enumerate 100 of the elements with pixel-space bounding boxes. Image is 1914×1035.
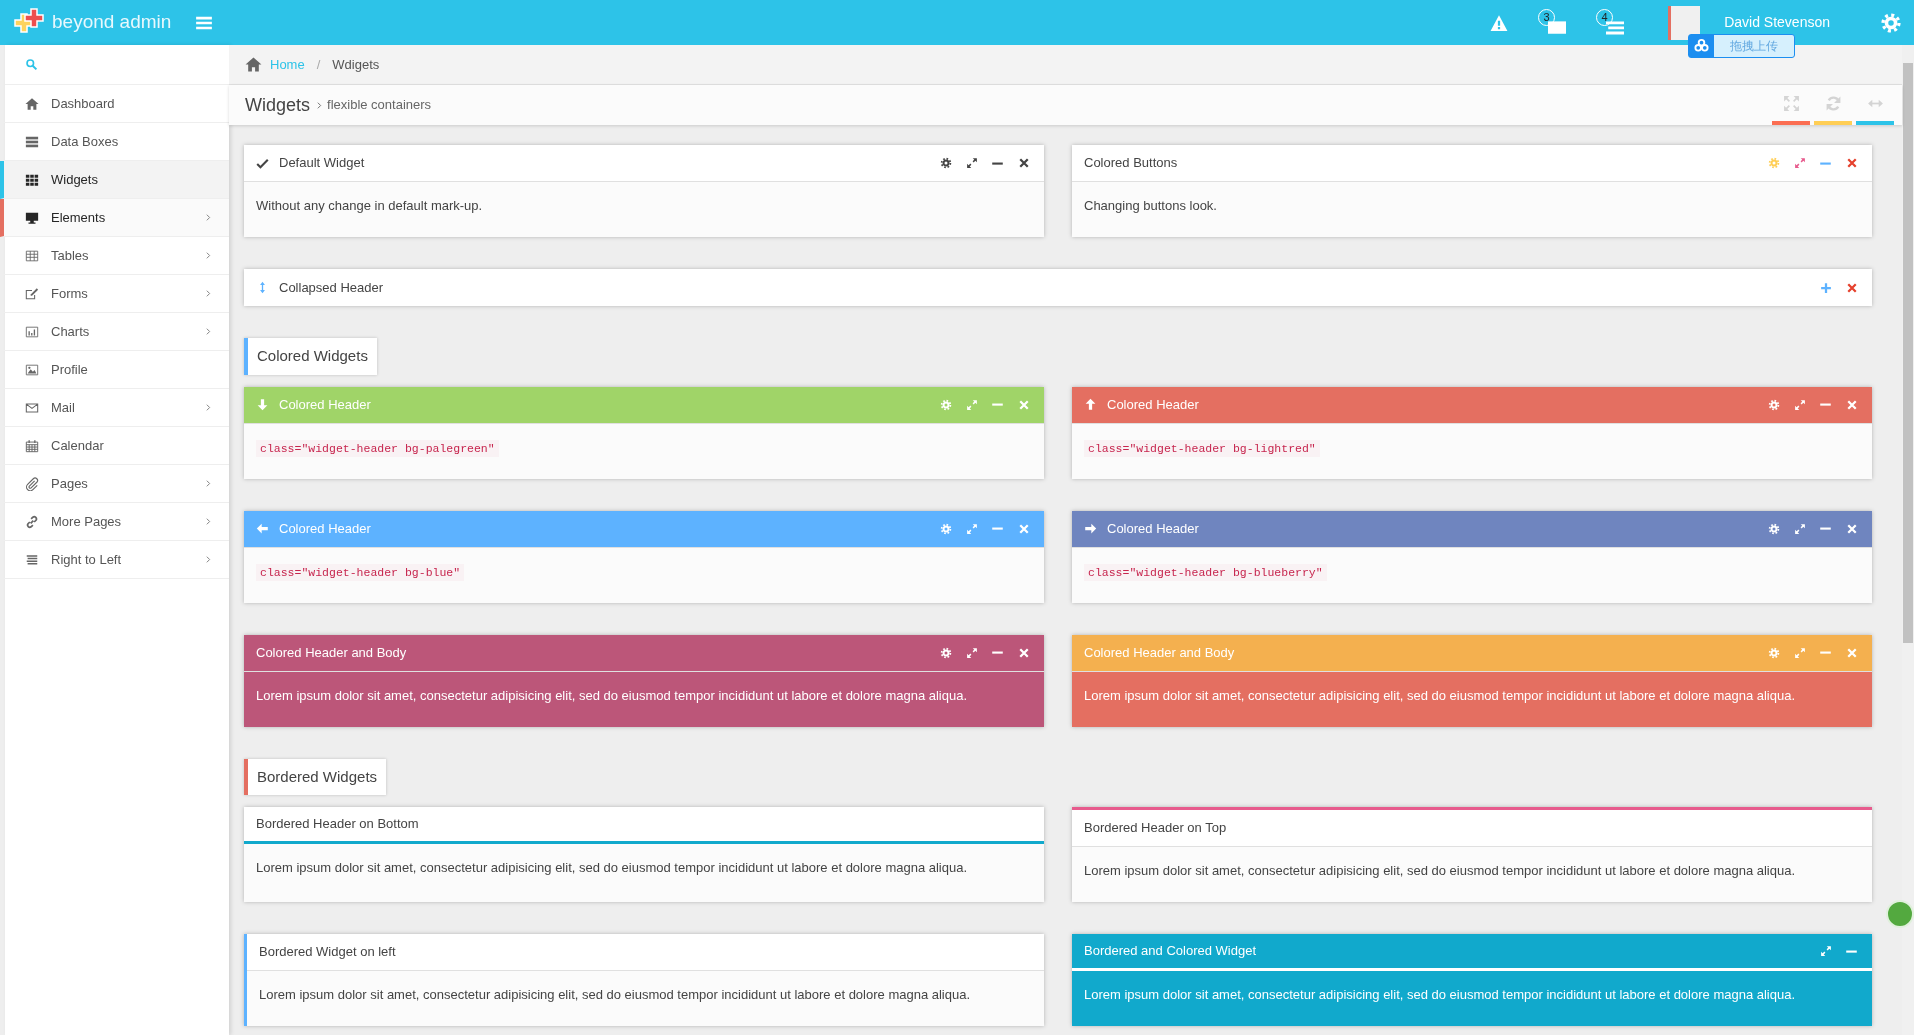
settings-icon xyxy=(1767,522,1780,535)
chevron-icon xyxy=(204,327,213,336)
widget-title: Colored Header and Body xyxy=(1084,643,1235,662)
pencil-square-icon xyxy=(25,286,39,301)
sidebar-item[interactable]: Calendar xyxy=(0,427,229,465)
sidebar-item[interactable]: Charts xyxy=(0,313,229,351)
sidebar-item[interactable]: Widgets xyxy=(0,161,229,199)
close-icon xyxy=(1017,646,1030,659)
close-icon xyxy=(1845,522,1858,535)
envelope-icon xyxy=(1548,18,1567,36)
warning-icon xyxy=(1490,13,1509,32)
fullscreen-icon xyxy=(1782,94,1800,112)
expand-icon xyxy=(1793,157,1806,169)
widget-title: Bordered and Colored Widget xyxy=(1084,942,1256,961)
grid-icon xyxy=(25,172,39,187)
widget-text: Lorem ipsum dolor sit amet, consectetur adipisicing elit, sed do eiusmod tempor incididunt ut labore et dolore magna aliqua. xyxy=(1083,686,1797,705)
monitor-icon xyxy=(25,210,39,225)
settings-icon xyxy=(939,157,952,169)
calendar-icon xyxy=(25,438,39,453)
page-subtitle: flexible containers xyxy=(327,96,432,115)
table-icon xyxy=(25,248,39,263)
expand-icon xyxy=(965,522,978,535)
close-icon xyxy=(1845,398,1858,411)
messages-button[interactable]: 3 xyxy=(1538,9,1567,36)
widget-title: Colored Buttons xyxy=(1084,154,1178,173)
expand-icon xyxy=(1819,945,1832,957)
settings-icon xyxy=(939,398,952,411)
close-icon xyxy=(1845,157,1858,169)
sidebar-item[interactable]: More Pages xyxy=(0,503,229,541)
chevron-icon xyxy=(204,251,213,260)
avatar-placeholder[interactable] xyxy=(1668,5,1701,40)
sidebar-item[interactable]: Pages xyxy=(0,465,229,503)
widget-text: Lorem ipsum dolor sit amet, consectetur adipisicing elit, sed do eiusmod tempor incididunt ut labore et dolore magna aliqua. xyxy=(258,986,972,1004)
alert-button[interactable] xyxy=(1490,13,1509,32)
widget-title: Colored Header and Body xyxy=(256,643,407,662)
floating-button[interactable] xyxy=(1886,900,1914,928)
sidebar-item[interactable]: Right to Left xyxy=(0,541,229,579)
close-icon xyxy=(1845,646,1858,659)
widget-title: Default Widget xyxy=(279,154,365,173)
widget-text: Lorem ipsum dolor sit amet, consectetur adipisicing elit, sed do eiusmod tempor incididunt ut labore et dolore magna aliqua. xyxy=(255,686,969,705)
close-icon xyxy=(1845,281,1858,294)
chain-link-icon xyxy=(25,514,39,529)
breadcrumb-separator: / xyxy=(316,55,321,74)
sidebar-item[interactable]: Elements xyxy=(0,199,229,237)
stacked-bars-icon xyxy=(25,134,39,149)
widget-title: Colored Header xyxy=(279,395,371,414)
cloud-icon xyxy=(1694,38,1710,53)
widget-title: Bordered Header on Bottom xyxy=(256,815,419,834)
settings-icon xyxy=(1767,646,1780,659)
widget-title: Colored Header xyxy=(1107,519,1199,538)
widget-text: Changing buttons look. xyxy=(1083,197,1218,215)
sidebar-item[interactable]: Mail xyxy=(0,389,229,427)
arrow-right-icon xyxy=(1084,522,1097,535)
chevron-icon xyxy=(315,100,325,110)
code-snippet: class="widget-header bg-palegreen" xyxy=(256,439,499,457)
expand-icon xyxy=(1793,646,1806,659)
chevron-icon xyxy=(204,403,213,412)
paperclip-icon xyxy=(25,476,39,491)
widget-title: Collapsed Header xyxy=(279,278,384,297)
breadcrumb-current: Wdigets xyxy=(332,55,380,74)
section-title: Colored Widgets xyxy=(244,338,377,375)
settings-icon xyxy=(1767,157,1780,169)
tasks-button[interactable]: 4 xyxy=(1596,9,1625,36)
bar-chart-icon xyxy=(25,324,39,339)
chevron-icon xyxy=(204,479,213,488)
envelope-icon xyxy=(25,400,39,415)
sidebar-item[interactable]: Tables xyxy=(0,237,229,275)
search-icon xyxy=(25,58,38,71)
widget-title: Colored Header xyxy=(1107,395,1199,414)
page-title: Widgets xyxy=(245,93,311,117)
home-icon xyxy=(245,56,262,73)
section-title: Bordered Widgets xyxy=(244,758,387,795)
expand-icon xyxy=(1793,522,1806,535)
plus-icon xyxy=(1819,281,1832,294)
sidebar-item[interactable]: Forms xyxy=(0,275,229,313)
settings-icon xyxy=(939,646,952,659)
widget-title: Bordered Widget on left xyxy=(259,943,396,962)
refresh-icon xyxy=(1824,94,1842,112)
chevron-icon xyxy=(204,555,213,564)
logo-text: beyond admin xyxy=(52,10,172,35)
settings-icon xyxy=(939,522,952,535)
sidebar-item[interactable]: Profile xyxy=(0,351,229,389)
chevron-icon xyxy=(204,213,213,222)
close-icon xyxy=(1017,398,1030,411)
widget-text: Without any change in default mark-up. xyxy=(255,197,484,215)
expand-icon xyxy=(1793,398,1806,411)
code-snippet: class="widget-header bg-blueberry" xyxy=(1084,563,1327,581)
code-snippet: class="widget-header bg-lightred" xyxy=(1084,439,1320,457)
close-icon xyxy=(1017,157,1030,169)
expand-icon xyxy=(965,646,978,659)
list-icon xyxy=(1606,18,1625,36)
settings-icon xyxy=(1767,398,1780,411)
widget-text: Lorem ipsum dolor sit amet, consectetur adipisicing elit, sed do eiusmod tempor incididunt ut labore et dolore magna aliqua. xyxy=(1083,986,1797,1004)
code-snippet: class="widget-header bg-blue" xyxy=(256,563,465,581)
picture-icon xyxy=(25,362,39,377)
chevron-icon xyxy=(204,517,213,526)
arrow-left-icon xyxy=(256,522,269,535)
widget-title: Colored Header xyxy=(279,519,371,538)
arrow-up-icon xyxy=(1084,398,1097,411)
close-icon xyxy=(1017,522,1030,535)
